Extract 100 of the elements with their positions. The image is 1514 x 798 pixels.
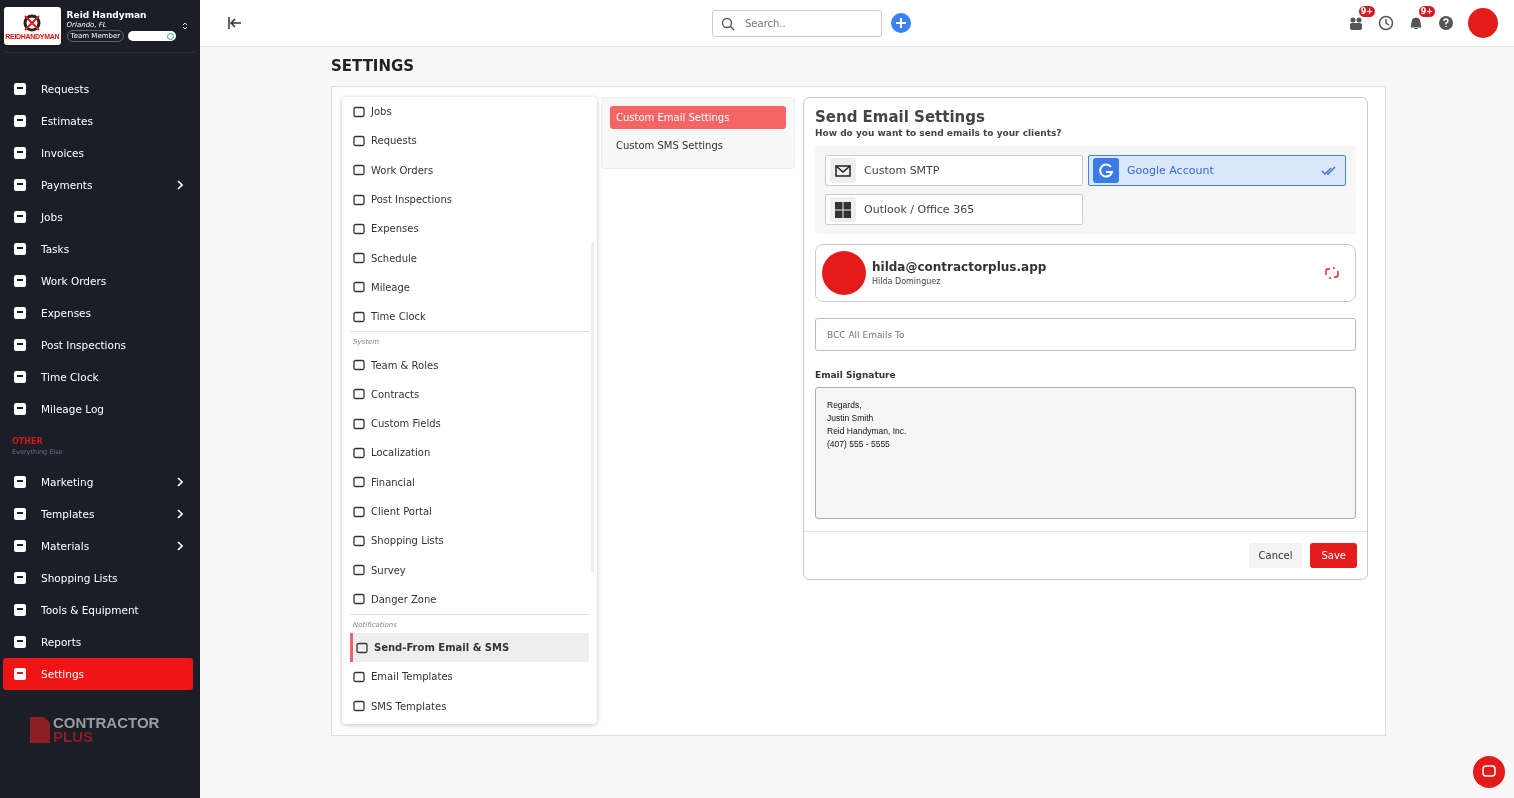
company-name: Reid Handyman [66,10,148,20]
signature-text-area[interactable]: Regards, Justin Smith Reid Handyman, Inc. (407) 555 - 5555 [815,387,1356,519]
settings-menu-item[interactable]: Email Templates [350,662,589,692]
settings-menu-item[interactable]: Custom Fields [350,408,589,439]
provider-option[interactable]: Google Account [1088,155,1346,186]
square-icon [13,178,27,192]
clock-icon[interactable] [1378,15,1394,31]
cancel-button[interactable]: Cancel [1248,543,1303,568]
sidebar-item[interactable]: Work Orders [3,265,193,297]
chat-bubble-icon [1482,765,1496,779]
settings-menu-item[interactable]: Team & Roles [350,350,589,380]
sidebar-item[interactable]: Jobs [3,201,193,233]
settings-menu-item[interactable]: Financial [350,467,589,497]
sidebar-item[interactable]: Expenses [3,297,193,329]
square-icon [13,475,27,489]
outline-square-icon [353,388,365,401]
collapse-sidebar-icon[interactable] [228,17,242,29]
square-icon [13,402,27,416]
outline-square-icon [353,564,365,577]
notification-count: 9+ [1418,6,1435,17]
chat-button[interactable] [1473,756,1505,788]
user-avatar[interactable] [1468,8,1498,38]
sidebar-item[interactable]: Tools & Equipment [3,594,193,626]
outline-square-icon [353,105,365,118]
square-icon [13,306,27,320]
account-avatar [822,251,866,295]
status-toggle[interactable] [128,31,177,41]
outline-square-icon [353,281,365,294]
sidebar-item[interactable]: Reports [3,626,193,658]
people-icon[interactable] [1348,15,1364,31]
settings-menu-item[interactable]: Danger Zone [350,584,589,615]
signature-line: (407) 555 - 5555 [827,438,891,451]
settings-menu-item[interactable]: Work Orders [345,155,589,185]
square-icon [13,667,27,681]
sidebar-item[interactable]: Invoices [3,137,193,169]
signature-line: Regards, [827,399,863,412]
settings-menu-item[interactable]: Survey [350,555,589,585]
sidebar-item[interactable]: Time Clock [3,361,193,393]
settings-menu-item[interactable]: Send-From Email & SMS [350,633,589,663]
settings-menu-item[interactable]: Contracts [350,379,589,409]
sidebar-item[interactable]: Materials [3,530,193,562]
square-icon [13,507,27,521]
signature-line: Justin Smith [827,412,875,425]
sidebar-item[interactable]: Templates [3,498,193,530]
settings-menu-item[interactable]: Localization [350,438,589,468]
square-icon [13,370,27,384]
settings-menu-item[interactable]: Jobs [345,97,589,127]
square-icon [13,635,27,649]
envelope-icon [835,164,851,177]
sub-menu-tab[interactable]: Custom SMS Settings [610,134,786,157]
outline-square-icon [353,700,365,713]
broken-link-icon[interactable] [1325,266,1339,280]
square-icon [13,603,27,617]
settings-menu-item[interactable]: Mileage [345,272,589,303]
outline-square-icon [356,641,368,654]
outline-square-icon [353,310,365,323]
brand-name: CONTRACTOR [53,716,160,730]
sidebar-item[interactable]: Estimates [3,105,193,137]
settings-menu-item[interactable]: Schedule [345,243,589,273]
sidebar-item[interactable]: Settings [3,658,193,690]
bcc-input-field[interactable]: BCC All Emails To [815,318,1356,351]
add-button[interactable] [891,13,911,33]
help-icon[interactable] [1438,15,1454,31]
bell-icon[interactable] [1408,15,1424,31]
outline-square-icon [353,446,365,459]
sidebar-item[interactable]: Shopping Lists [3,562,193,594]
account-name: Hilda Dominguez [872,277,942,286]
card-title: Send Email Settings [815,108,986,126]
signature-label: Email Signature [815,370,897,380]
square-icon [13,539,27,553]
settings-menu-item[interactable]: Shopping Lists [350,526,589,556]
save-button[interactable]: Save [1310,543,1357,568]
sidebar-item[interactable]: Tasks [3,233,193,265]
up-down-chevron-icon[interactable] [182,21,188,31]
outline-square-icon [353,252,365,265]
provider-option[interactable]: Custom SMTP [825,155,1083,186]
sidebar-item[interactable]: Mileage Log [3,393,193,425]
letter-g-icon [1098,162,1114,179]
settings-menu-item[interactable]: Expenses [345,214,589,244]
settings-menu-item[interactable]: Time Clock [345,302,589,332]
sidebar-item[interactable]: Requests [3,73,193,105]
square-icon [13,571,27,585]
square-icon [13,82,27,96]
outline-square-icon [353,593,365,606]
outline-square-icon [353,222,365,235]
account-email: hilda@contractorplus.app [872,260,1048,274]
provider-option[interactable]: Outlook / Office 365 [825,194,1083,225]
sidebar-item[interactable]: Post Inspections [3,329,193,361]
outline-square-icon [353,671,365,683]
search-field[interactable]: Search.. [712,9,882,37]
settings-menu-item[interactable]: SMS Templates [350,691,589,721]
settings-menu-item[interactable]: Client Portal [350,496,589,527]
notification-count: 9+ [1358,6,1375,17]
sidebar-item[interactable]: Marketing [3,466,193,498]
sidebar-item[interactable]: Payments [3,169,193,201]
settings-menu-item[interactable]: Post Inspections [345,184,589,215]
square-icon [13,242,27,256]
outline-square-icon [353,534,365,547]
brand-name: PLUS [53,729,93,743]
settings-menu-item[interactable]: Requests [345,126,589,156]
